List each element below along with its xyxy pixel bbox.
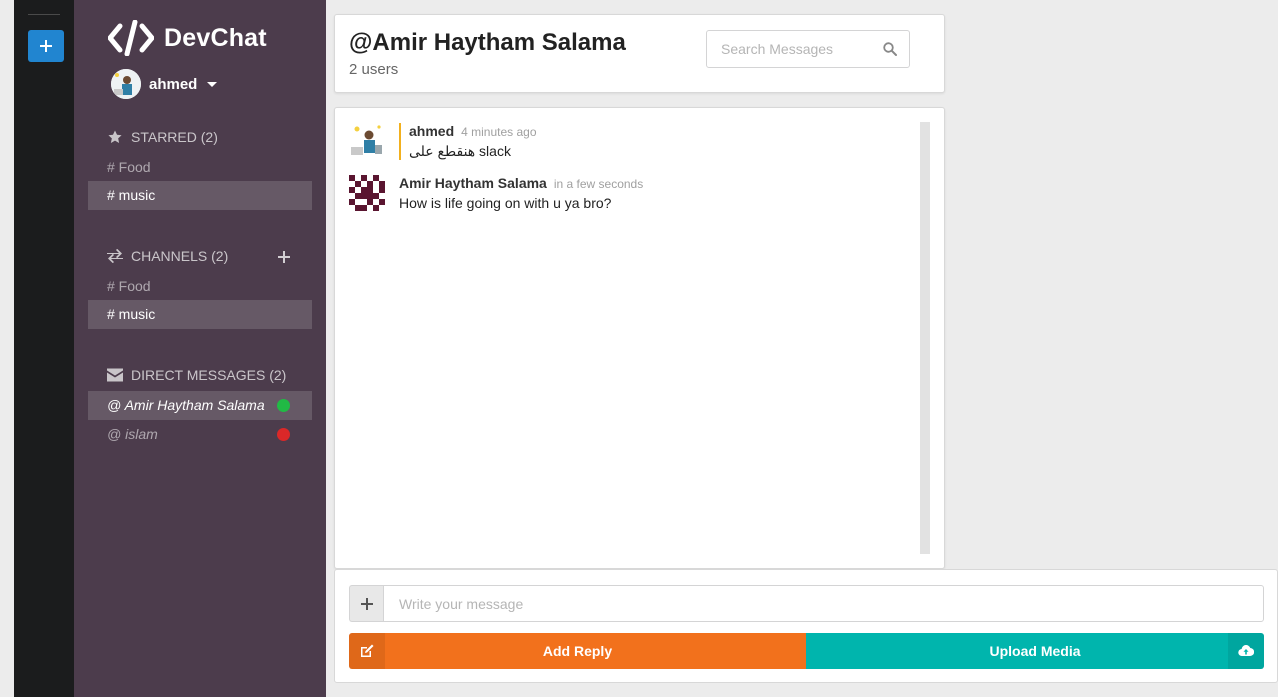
add-channel-button[interactable] (276, 249, 292, 265)
channels-label: CHANNELS (2) (131, 248, 229, 264)
avatar (111, 69, 141, 99)
message-item: ahmed 4 minutes ago هنقطع على slack (349, 123, 537, 160)
search-box (706, 30, 910, 68)
window-edge (0, 0, 14, 697)
upload-media-button[interactable]: Upload Media (806, 633, 1264, 669)
user-name: ahmed (149, 75, 198, 93)
dm-item-amir[interactable]: @ Amir Haytham Salama (88, 391, 312, 420)
brand: DevChat (108, 20, 267, 56)
dm-item-label: @ islam (107, 426, 158, 442)
user-menu[interactable]: ahmed (111, 69, 218, 99)
message-author: Amir Haytham Salama (399, 175, 547, 191)
plus-icon (40, 40, 52, 52)
avatar (349, 175, 385, 211)
add-workspace-button[interactable] (28, 30, 64, 62)
online-status-icon (277, 399, 290, 412)
direct-messages-header: DIRECT MESSAGES (2) (107, 367, 286, 383)
starred-header: STARRED (2) (107, 129, 218, 145)
offline-status-icon (277, 428, 290, 441)
starred-item-label: # music (107, 187, 156, 203)
starred-item-label: # Food (107, 159, 151, 175)
mail-icon (107, 368, 123, 382)
chevron-down-icon (207, 81, 218, 87)
messages-panel: ahmed 4 minutes ago هنقطع على slack Amir… (334, 107, 945, 569)
avatar (349, 123, 385, 159)
edit-icon (349, 633, 385, 669)
channels-header: CHANNELS (2) (107, 248, 228, 264)
messages-scrollbar[interactable] (920, 122, 930, 554)
rail-divider (28, 14, 60, 15)
exchange-icon (107, 249, 123, 263)
message-body: Amir Haytham Salama in a few seconds How… (399, 175, 643, 211)
search-input[interactable] (707, 31, 877, 67)
brand-name: DevChat (164, 23, 267, 52)
workspace-rail (14, 0, 74, 697)
channel-item-music[interactable]: # music (88, 300, 312, 329)
add-reply-button[interactable]: Add Reply (349, 633, 806, 669)
add-attachment-button[interactable] (349, 585, 383, 622)
message-text: How is life going on with u ya bro? (399, 195, 612, 211)
direct-messages-label: DIRECT MESSAGES (2) (131, 367, 287, 383)
user-count: 2 users (349, 61, 399, 78)
search-icon[interactable] (883, 42, 897, 56)
plus-icon (360, 597, 373, 610)
message-composer: Add Reply Upload Media (334, 569, 1278, 683)
plus-icon (278, 251, 290, 263)
channel-item-label: # music (107, 306, 156, 322)
message-input[interactable] (383, 585, 1264, 622)
sidebar: DevChat ahmed STARRED (2) # Food # music… (74, 0, 326, 697)
channel-item-food[interactable]: # Food (88, 272, 312, 301)
message-body: ahmed 4 minutes ago هنقطع على slack (399, 123, 537, 160)
starred-label: STARRED (2) (131, 129, 218, 145)
channel-item-label: # Food (107, 278, 151, 294)
add-reply-label: Add Reply (542, 643, 613, 659)
star-icon (108, 130, 122, 143)
starred-item-music[interactable]: # music (88, 181, 312, 210)
message-text: هنقطع على slack (409, 143, 511, 159)
channel-header: @Amir Haytham Salama 2 users (334, 14, 945, 93)
message-author: ahmed (409, 123, 455, 139)
page-title: @Amir Haytham Salama (349, 29, 626, 56)
cloud-upload-icon (1228, 633, 1264, 669)
dm-item-islam[interactable]: @ islam (88, 420, 312, 449)
code-icon (108, 20, 154, 56)
message-timestamp: in a few seconds (553, 177, 644, 191)
message-item: Amir Haytham Salama in a few seconds How… (349, 175, 643, 211)
message-timestamp: 4 minutes ago (461, 125, 537, 139)
dm-item-label: @ Amir Haytham Salama (107, 397, 265, 413)
starred-item-food[interactable]: # Food (88, 153, 312, 182)
upload-media-label: Upload Media (989, 643, 1081, 659)
